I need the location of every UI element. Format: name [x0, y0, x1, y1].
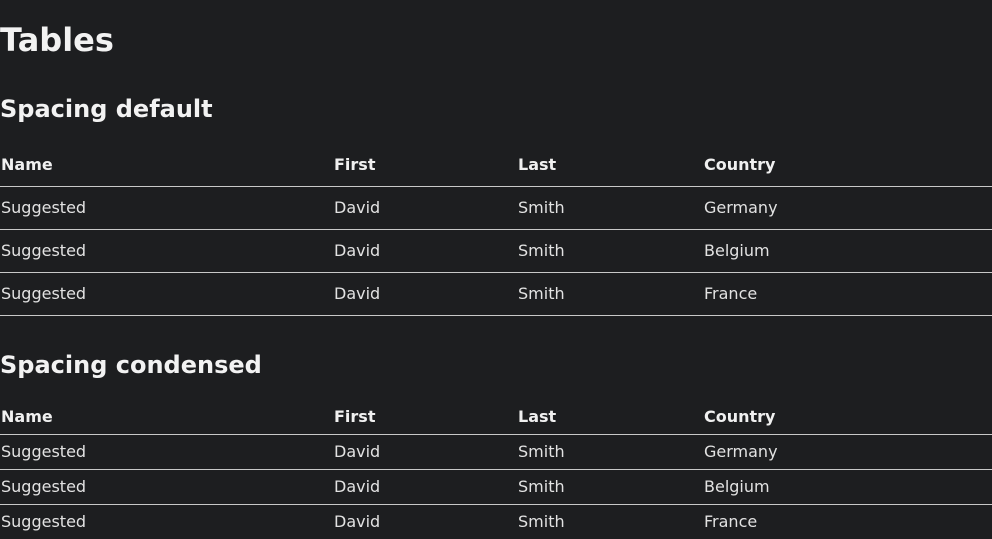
cell-name: Suggested: [1, 442, 87, 461]
cell-last: Smith: [518, 198, 565, 217]
cell-last: Smith: [518, 284, 565, 303]
cell-country: France: [704, 284, 758, 303]
table-header-row: Name First Last Country: [0, 399, 992, 434]
cell-name: Suggested: [1, 284, 87, 303]
cell-last: Smith: [518, 442, 565, 461]
cell-country: Belgium: [704, 477, 770, 496]
table-spacing-condensed: Name First Last Country Suggested David …: [0, 399, 992, 539]
column-header-country: Country: [704, 154, 776, 174]
cell-last: Smith: [518, 512, 565, 531]
cell-name: Suggested: [1, 512, 87, 531]
cell-first: David: [334, 442, 381, 461]
table-row: Suggested David Smith Belgium: [0, 469, 992, 504]
column-header-country: Country: [704, 406, 776, 426]
cell-country: Germany: [704, 198, 778, 217]
column-header-first: First: [334, 406, 376, 426]
cell-first: David: [334, 512, 381, 531]
column-header-last: Last: [518, 154, 557, 174]
section-title-spacing-condensed: Spacing condensed: [0, 351, 262, 379]
cell-last: Smith: [518, 241, 565, 260]
cell-name: Suggested: [1, 198, 87, 217]
table-row: Suggested David Smith France: [0, 272, 992, 315]
cell-last: Smith: [518, 477, 565, 496]
table-row: Suggested David Smith Germany: [0, 434, 992, 469]
table-row: Suggested David Smith France: [0, 504, 992, 539]
cell-name: Suggested: [1, 241, 87, 260]
section-title-spacing-default: Spacing default: [0, 95, 213, 123]
column-header-name: Name: [1, 406, 53, 426]
table-row: Suggested David Smith Germany: [0, 186, 992, 229]
cell-first: David: [334, 241, 381, 260]
cell-name: Suggested: [1, 477, 87, 496]
column-header-last: Last: [518, 406, 557, 426]
column-header-first: First: [334, 154, 376, 174]
table-header-row: Name First Last Country: [0, 143, 992, 186]
table-row: Suggested David Smith Belgium: [0, 229, 992, 272]
table-spacing-default: Name First Last Country Suggested David …: [0, 143, 992, 316]
cell-first: David: [334, 284, 381, 303]
cell-first: David: [334, 477, 381, 496]
page-title: Tables: [0, 21, 114, 59]
cell-country: Germany: [704, 442, 778, 461]
column-header-name: Name: [1, 154, 53, 174]
cell-country: France: [704, 512, 758, 531]
cell-country: Belgium: [704, 241, 770, 260]
cell-first: David: [334, 198, 381, 217]
